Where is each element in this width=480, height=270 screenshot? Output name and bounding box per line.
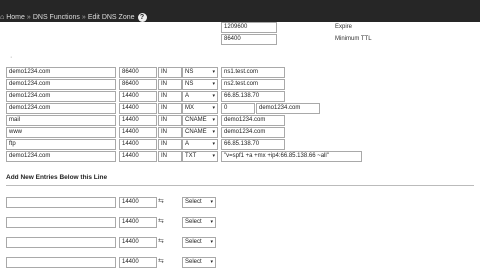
record-class-input[interactable]: IN bbox=[158, 127, 182, 138]
record-ttl-input[interactable]: 14400 bbox=[119, 115, 157, 126]
record-row: demo1234.com 14400 IN A ▾ 66.85.138.70 bbox=[0, 91, 480, 102]
record-name-input[interactable]: demo1234.com bbox=[6, 151, 116, 162]
new-entry-type-select[interactable]: Select ▾ bbox=[182, 197, 216, 208]
record-row: demo1234.com 14400 IN MX ▾ 0 demo1234.com bbox=[0, 103, 480, 114]
soa-min-ttl-row: 86400 Minimum TTL bbox=[0, 34, 480, 45]
chevron-down-icon: ▾ bbox=[210, 259, 213, 265]
record-row: demo1234.com 86400 IN NS ▾ ns2.test.com bbox=[0, 79, 480, 90]
record-value-input[interactable]: ns1.test.com bbox=[221, 67, 285, 78]
record-type-select[interactable]: MX ▾ bbox=[182, 103, 218, 114]
record-ttl-input[interactable]: 86400 bbox=[119, 67, 157, 78]
record-type-select[interactable]: TXT ▾ bbox=[182, 151, 218, 162]
new-entry-ttl-input[interactable]: 14400 bbox=[119, 217, 157, 228]
home-icon[interactable]: ⌂ bbox=[0, 14, 4, 21]
record-name-input[interactable]: demo1234.com bbox=[6, 79, 116, 90]
record-value-input[interactable]: ns2.test.com bbox=[221, 79, 285, 90]
record-ttl-input[interactable]: 14400 bbox=[119, 91, 157, 102]
soa-expire-label: Expire bbox=[335, 24, 353, 30]
record-class-input[interactable]: IN bbox=[158, 79, 182, 90]
new-entry-name-input[interactable] bbox=[6, 197, 116, 208]
record-ttl-input[interactable]: 14400 bbox=[119, 127, 157, 138]
new-entry-type-select[interactable]: Select ▾ bbox=[182, 217, 216, 228]
record-class-input[interactable]: IN bbox=[158, 103, 182, 114]
new-entry-name-input[interactable] bbox=[6, 257, 116, 268]
divider bbox=[6, 185, 474, 186]
record-type-select[interactable]: A ▾ bbox=[182, 91, 218, 102]
divider-dot: · bbox=[10, 54, 13, 61]
record-value-input[interactable]: 66.85.138.70 bbox=[221, 139, 285, 150]
new-entry-type-select[interactable]: Select ▾ bbox=[182, 257, 216, 268]
new-entry-name-input[interactable] bbox=[6, 237, 116, 248]
record-value-input[interactable]: demo1234.com bbox=[221, 115, 285, 126]
chevron-down-icon: ▾ bbox=[210, 239, 213, 245]
new-entry-ttl-input[interactable]: 14400 bbox=[119, 197, 157, 208]
record-class-input[interactable]: IN bbox=[158, 115, 182, 126]
swap-icon: ⇆ bbox=[158, 258, 164, 265]
chevron-down-icon: ▾ bbox=[210, 199, 213, 205]
help-icon[interactable]: ? bbox=[137, 12, 147, 22]
new-entry-type-select[interactable]: Select ▾ bbox=[182, 237, 216, 248]
chevron-down-icon: ▾ bbox=[212, 153, 215, 159]
record-value-input[interactable]: demo1234.com bbox=[221, 127, 285, 138]
swap-icon: ⇆ bbox=[158, 198, 164, 205]
chevron-down-icon: ▾ bbox=[212, 81, 215, 87]
record-type-select[interactable]: NS ▾ bbox=[182, 79, 218, 90]
record-value-input[interactable]: demo1234.com bbox=[256, 103, 320, 114]
soa-min-ttl-input[interactable]: 86400 bbox=[221, 34, 277, 45]
chevron-down-icon: ▾ bbox=[212, 105, 215, 111]
record-row: demo1234.com 86400 IN NS ▾ ns1.test.com bbox=[0, 67, 480, 78]
record-name-input[interactable]: demo1234.com bbox=[6, 67, 116, 78]
breadcrumb-current: Edit DNS Zone bbox=[87, 13, 135, 21]
new-entry-row: 14400 ⇆ Select ▾ bbox=[0, 217, 480, 228]
record-type-select[interactable]: A ▾ bbox=[182, 139, 218, 150]
swap-icon: ⇆ bbox=[158, 218, 164, 225]
chevron-down-icon: ▾ bbox=[212, 117, 215, 123]
record-row: mail 14400 IN CNAME ▾ demo1234.com bbox=[0, 115, 480, 126]
record-class-input[interactable]: IN bbox=[158, 91, 182, 102]
record-class-input[interactable]: IN bbox=[158, 151, 182, 162]
record-type-select[interactable]: NS ▾ bbox=[182, 67, 218, 78]
record-name-input[interactable]: demo1234.com bbox=[6, 103, 116, 114]
new-entry-name-input[interactable] bbox=[6, 217, 116, 228]
breadcrumb-dns-functions[interactable]: DNS Functions bbox=[33, 14, 80, 21]
record-row: ftp 14400 IN A ▾ 66.85.138.70 bbox=[0, 139, 480, 150]
record-name-input[interactable]: ftp bbox=[6, 139, 116, 150]
new-entry-row: 14400 ⇆ Select ▾ bbox=[0, 197, 480, 208]
new-entry-row: 14400 ⇆ Select ▾ bbox=[0, 237, 480, 248]
chevron-down-icon: ▾ bbox=[210, 219, 213, 225]
record-type-select[interactable]: CNAME ▾ bbox=[182, 127, 218, 138]
record-ttl-input[interactable]: 86400 bbox=[119, 79, 157, 90]
new-entry-row: 14400 ⇆ Select ▾ bbox=[0, 257, 480, 268]
record-name-input[interactable]: www bbox=[6, 127, 116, 138]
chevron-down-icon: ▾ bbox=[212, 141, 215, 147]
soa-expire-input[interactable]: 1209600 bbox=[221, 22, 277, 33]
chevron-down-icon: ▾ bbox=[212, 93, 215, 99]
record-row: demo1234.com 14400 IN TXT ▾ "v=spf1 +a +m… bbox=[0, 151, 480, 162]
record-class-input[interactable]: IN bbox=[158, 67, 182, 78]
record-row: www 14400 IN CNAME ▾ demo1234.com bbox=[0, 127, 480, 138]
record-type-select[interactable]: CNAME ▾ bbox=[182, 115, 218, 126]
record-priority-input[interactable]: 0 bbox=[221, 103, 255, 114]
record-name-input[interactable]: demo1234.com bbox=[6, 91, 116, 102]
record-class-input[interactable]: IN bbox=[158, 139, 182, 150]
breadcrumb-home[interactable]: Home bbox=[6, 14, 25, 21]
soa-min-ttl-label: Minimum TTL bbox=[335, 36, 372, 42]
swap-icon: ⇆ bbox=[158, 238, 164, 245]
record-value-input[interactable]: "v=spf1 +a +mx +ip4:66.85.138.66 ~all" bbox=[221, 151, 362, 162]
soa-expire-row: 1209600 Expire bbox=[0, 22, 480, 33]
breadcrumb-separator: » bbox=[81, 13, 86, 21]
record-ttl-input[interactable]: 14400 bbox=[119, 139, 157, 150]
new-entry-ttl-input[interactable]: 14400 bbox=[119, 257, 157, 268]
new-entry-ttl-input[interactable]: 14400 bbox=[119, 237, 157, 248]
record-value-input[interactable]: 66.85.138.70 bbox=[221, 91, 285, 102]
record-ttl-input[interactable]: 14400 bbox=[119, 151, 157, 162]
record-name-input[interactable]: mail bbox=[6, 115, 116, 126]
record-ttl-input[interactable]: 14400 bbox=[119, 103, 157, 114]
new-entries-heading: Add New Entries Below this Line bbox=[6, 174, 108, 181]
chevron-down-icon: ▾ bbox=[212, 129, 215, 135]
breadcrumb-separator: » bbox=[26, 13, 31, 21]
chevron-down-icon: ▾ bbox=[212, 69, 215, 75]
